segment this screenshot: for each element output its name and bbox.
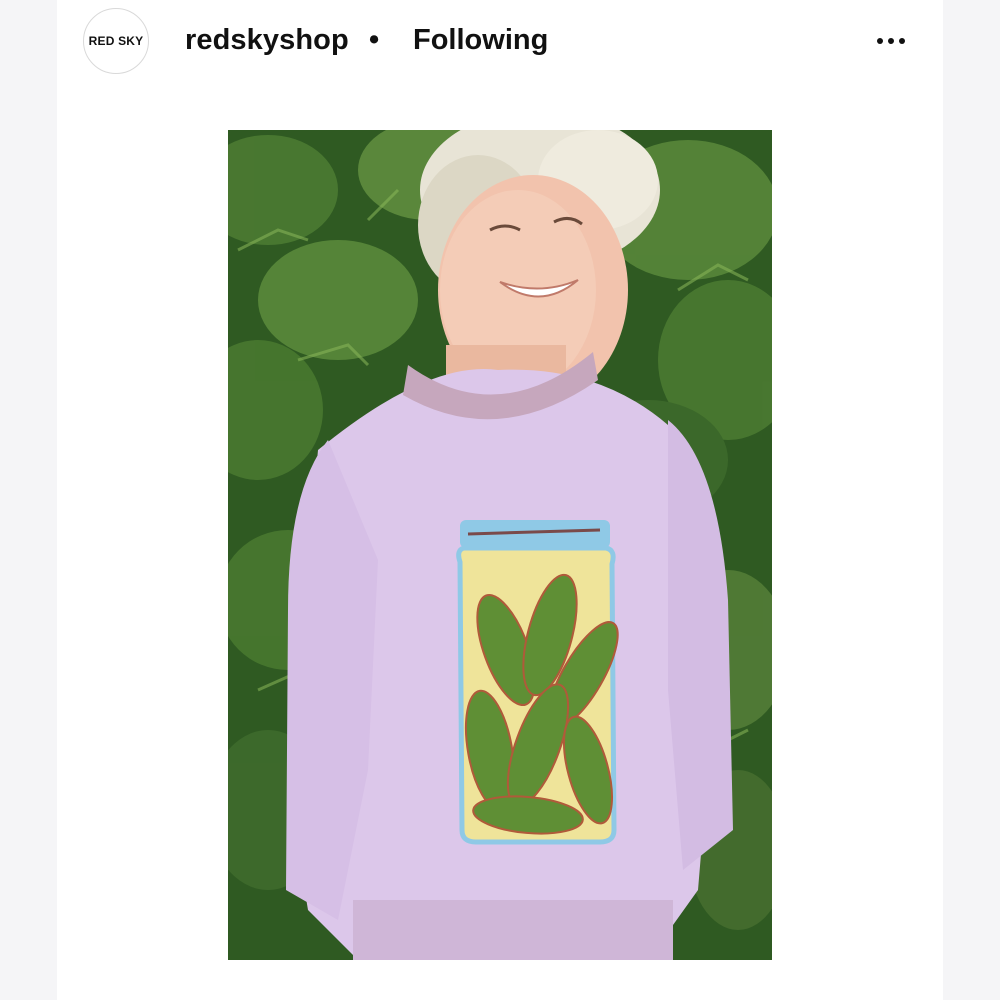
username-link[interactable]: redskyshop (185, 22, 349, 58)
post-image[interactable] (228, 130, 772, 960)
more-dot (888, 38, 894, 44)
separator-dot: • (369, 24, 380, 56)
following-button[interactable]: Following (413, 22, 548, 58)
post-container: RED SKY redskyshop • Following (57, 0, 943, 1000)
post-header: RED SKY redskyshop • Following (57, 0, 943, 84)
more-dot (877, 38, 883, 44)
avatar-logo-text: RED SKY (88, 34, 144, 48)
more-options-icon[interactable] (869, 26, 913, 56)
more-dot (899, 38, 905, 44)
post-photo-illustration (228, 130, 772, 960)
avatar[interactable]: RED SKY (83, 8, 149, 74)
